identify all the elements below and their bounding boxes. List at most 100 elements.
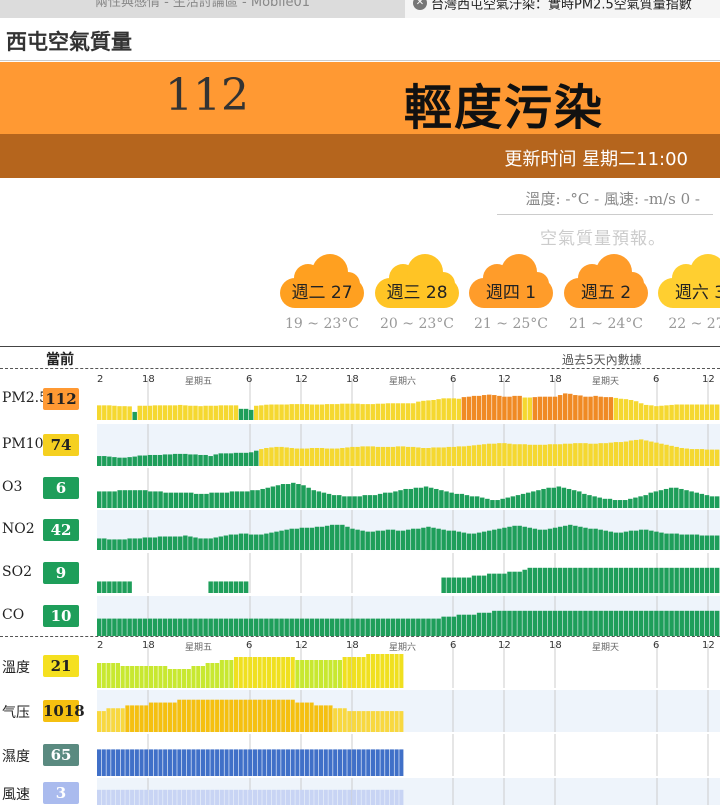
chart-bar-CO — [476, 612, 482, 636]
chart-bar-風速 — [191, 789, 196, 805]
chart-bar-PM10 — [233, 452, 239, 466]
chart-bar-NO2 — [309, 527, 315, 551]
chart-bar-CO — [279, 618, 284, 636]
chart-bar-CO — [385, 618, 391, 636]
chart-bar-PM2.5 — [709, 404, 715, 420]
chart-bar-PM2.5 — [157, 405, 163, 420]
chart-bar-SO2 — [481, 575, 487, 593]
chart-bar-PM10 — [193, 454, 198, 466]
chart-bar-SO2 — [517, 571, 522, 593]
chart-bar-CO — [254, 618, 259, 636]
chart-bar-O3 — [388, 492, 393, 508]
chart-bar-PM2.5 — [279, 404, 284, 420]
chart-bar-PM2.5 — [562, 393, 568, 420]
chart-bar-PM10 — [405, 446, 411, 466]
chart-bar-气压 — [172, 702, 177, 732]
chart-bar-PM2.5 — [284, 404, 289, 420]
chart-bar-PM10 — [162, 454, 168, 466]
chart-bar-PM2.5 — [456, 398, 462, 420]
chart-bar-CO — [638, 610, 644, 636]
chart-bar-NO2 — [633, 530, 639, 550]
chart-bar-NO2 — [593, 528, 598, 550]
chart-bar-CO — [340, 618, 345, 636]
chart-bar-PM10 — [172, 453, 178, 466]
chart-bar-NO2 — [547, 528, 553, 550]
chart-bar-濕度 — [252, 749, 257, 776]
chart-bar-O3 — [316, 491, 322, 508]
chart-bar-風速 — [380, 789, 385, 805]
chart-bar-風速 — [210, 789, 215, 805]
chart-bar-風速 — [158, 789, 163, 805]
chart-bar-PM2.5 — [466, 396, 472, 420]
chart-bar-气压 — [134, 705, 139, 732]
chart-bar-溫度 — [106, 663, 111, 688]
chart-bar-PM2.5 — [623, 399, 629, 420]
chart-bar-NO2 — [542, 529, 548, 550]
chart-bar-PM2.5 — [492, 395, 497, 420]
chart-bar-SO2 — [568, 567, 573, 593]
chart-bar-SO2 — [476, 575, 482, 593]
chart-bar-NO2 — [628, 530, 634, 550]
chart-bar-气压 — [385, 711, 390, 732]
chart-bar-風速 — [309, 789, 314, 805]
chart-bar-PM2.5 — [588, 396, 593, 420]
chart-bar-O3 — [239, 491, 245, 508]
chart-bar-SO2 — [689, 567, 695, 593]
chart-bar-CO — [284, 618, 289, 636]
chart-bar-溫度 — [366, 654, 371, 688]
chart-bar-PM2.5 — [360, 404, 365, 420]
chart-bar-PM10 — [345, 447, 350, 466]
chart-bar-PM2.5 — [522, 397, 527, 420]
chart-bar-CO — [172, 618, 178, 636]
chart-bar-PM10 — [654, 442, 659, 466]
chart-bar-PM10 — [704, 449, 710, 466]
chart-bar-濕度 — [267, 749, 272, 776]
chart-bar-溫度 — [295, 660, 300, 688]
chart-bar-CO — [380, 618, 386, 636]
chart-bar-PM10 — [137, 455, 142, 466]
chart-bar-气压 — [257, 699, 262, 732]
chart-bar-O3 — [142, 490, 148, 508]
chart-bar-風速 — [144, 789, 149, 805]
chart-bar-CO — [289, 618, 294, 636]
chart-bar-CO — [324, 618, 330, 636]
chart-bar-CO — [714, 610, 720, 636]
chart-bar-風速 — [304, 789, 309, 805]
chart-bar-O3 — [474, 496, 480, 508]
current-value-badge: 10 — [43, 605, 79, 627]
chart-bar-PM2.5 — [335, 404, 340, 420]
chart-bar-NO2 — [279, 530, 284, 550]
chart-bar-气压 — [248, 699, 253, 732]
chart-bar-PM10 — [335, 448, 340, 466]
chart-bar-NO2 — [395, 530, 401, 550]
chart-bar-風速 — [177, 789, 182, 805]
chart-bar-CO — [269, 618, 274, 636]
chart-bar-PM10 — [264, 447, 269, 466]
chart-bar-CO — [613, 610, 619, 636]
chart-bar-CO — [193, 618, 198, 636]
chart-bar-气压 — [290, 699, 295, 732]
chart-bar-CO — [684, 610, 690, 636]
chart-bar-O3 — [505, 497, 511, 508]
chart-bar-CO — [107, 618, 112, 636]
chart-bar-NO2 — [451, 530, 457, 550]
chart-bar-PM10 — [259, 449, 264, 466]
chart-bar-PM10 — [375, 446, 381, 466]
chart-bar-O3 — [643, 495, 648, 508]
chart-bar-濕度 — [304, 749, 309, 776]
chart-bar-CO — [583, 610, 588, 636]
chart-bar-气压 — [370, 711, 376, 732]
chart-bar-气压 — [318, 705, 324, 732]
chart-bar-PM10 — [431, 447, 436, 466]
chart-bar-PM10 — [238, 452, 244, 466]
chart-bar-CO — [117, 618, 122, 636]
chart-bar-濕度 — [309, 749, 314, 776]
chart-bar-气压 — [139, 705, 144, 732]
chart-bar-O3 — [107, 491, 112, 508]
chart-bar-濕度 — [106, 749, 111, 776]
chart-bar-PM2.5 — [512, 395, 517, 420]
chart-bar-溫度 — [97, 663, 102, 688]
chart-bar-O3 — [571, 490, 577, 508]
chart-bar-O3 — [561, 487, 567, 508]
chart-bar-NO2 — [208, 538, 213, 550]
